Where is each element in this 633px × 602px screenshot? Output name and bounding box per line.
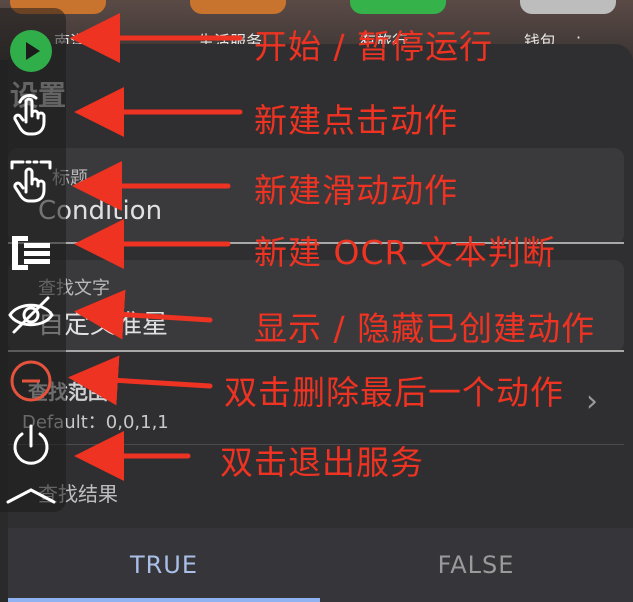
caption-toggle-visibility: 显示 / 隐藏已创建动作 bbox=[254, 309, 596, 348]
caption-new-tap: 新建点击动作 bbox=[254, 101, 458, 140]
arrow-toggle-visibility bbox=[74, 289, 213, 340]
caption-start-pause: 开始 / 暂停运行 bbox=[254, 27, 494, 66]
caption-exit-service: 双击退出服务 bbox=[220, 443, 424, 482]
annotation-arrows bbox=[68, 12, 243, 481]
arrow-delete-last bbox=[68, 355, 213, 406]
caption-new-ocr: 新建 OCR 文本判断 bbox=[254, 233, 556, 272]
screen: 南洋 生活服务 有旅行 钱包 · 设置 标题 Condition 查找文字 自定… bbox=[0, 0, 633, 602]
caption-delete-last: 双击删除最后一个动作 bbox=[224, 373, 564, 412]
caption-new-swipe: 新建滑动动作 bbox=[254, 171, 458, 210]
